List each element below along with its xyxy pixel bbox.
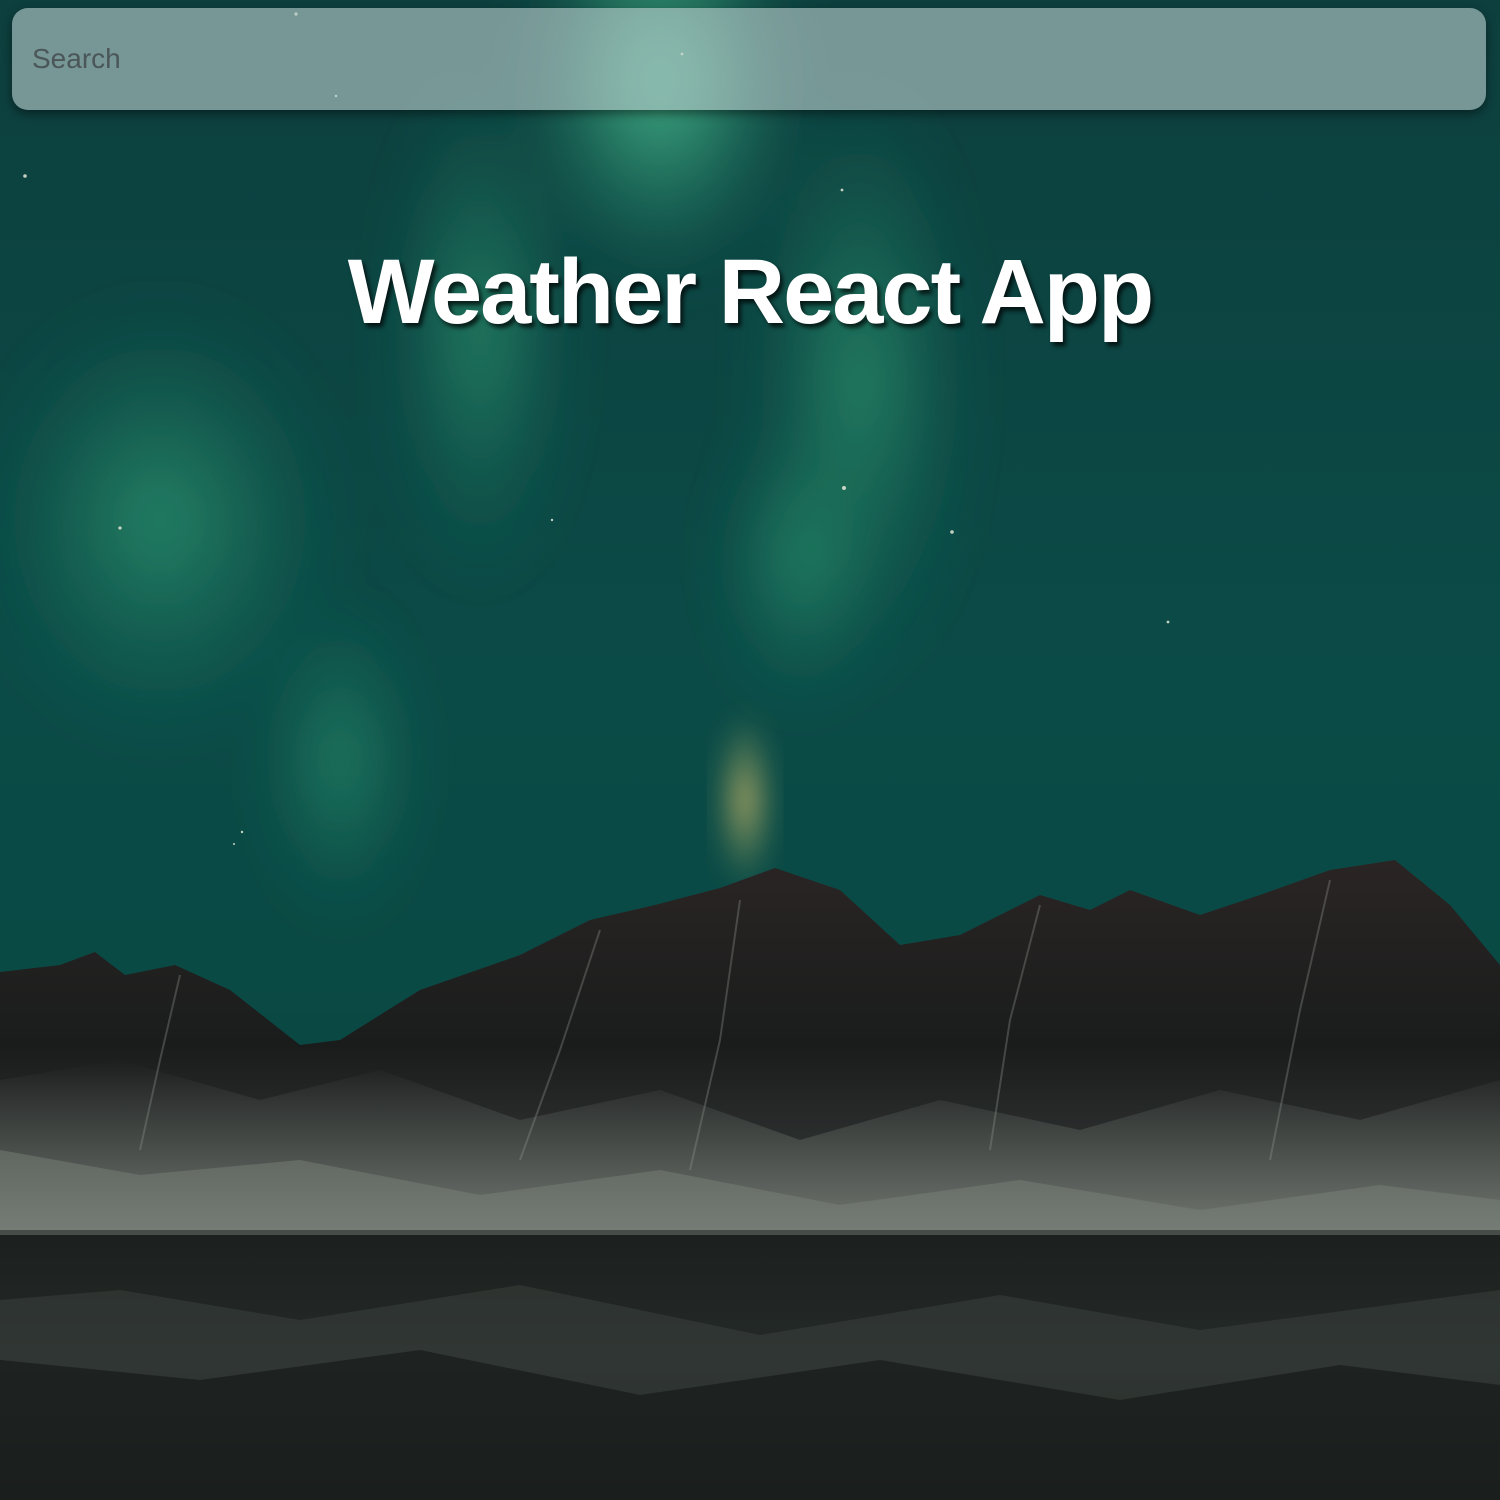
search-input[interactable] [12, 8, 1486, 110]
page-title: Weather React App [347, 241, 1154, 343]
search-bar [12, 8, 1486, 110]
background-image [0, 0, 1500, 1500]
